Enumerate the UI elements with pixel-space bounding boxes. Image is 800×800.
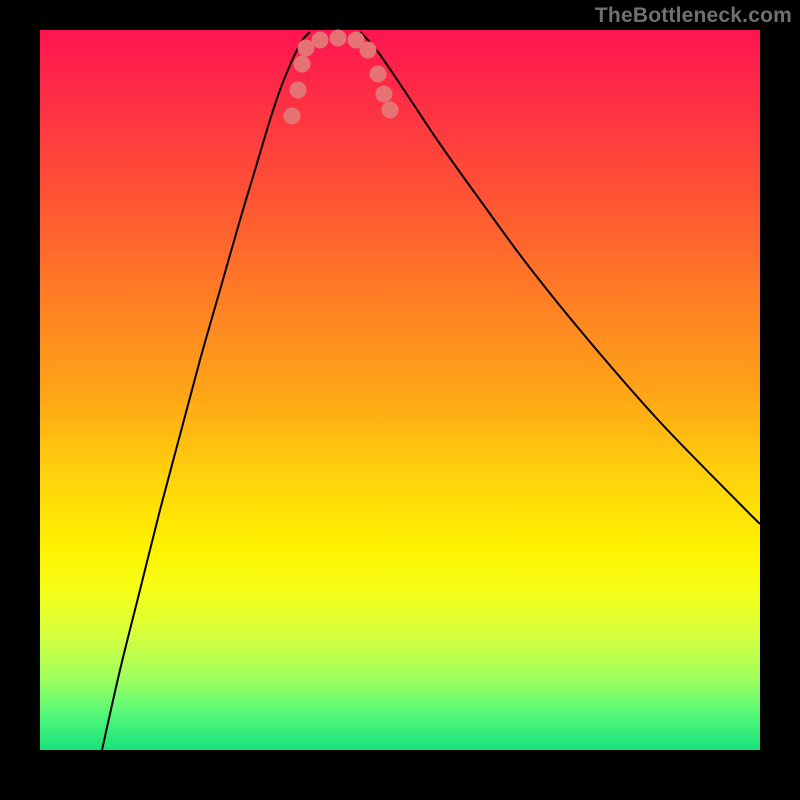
plot-area: [40, 30, 760, 750]
marker-dot: [312, 32, 328, 48]
marker-group: [284, 30, 398, 124]
curve-right-branch: [360, 32, 760, 524]
marker-dot: [360, 42, 376, 58]
marker-dot: [290, 82, 306, 98]
marker-dot: [376, 86, 392, 102]
marker-dot: [382, 102, 398, 118]
marker-dot: [330, 30, 346, 46]
marker-dot: [370, 66, 386, 82]
marker-dot: [284, 108, 300, 124]
chart-svg: [40, 30, 760, 750]
marker-dot: [298, 40, 314, 56]
marker-dot: [294, 56, 310, 72]
watermark-text: TheBottleneck.com: [595, 4, 792, 28]
curve-left-branch: [102, 32, 310, 750]
chart-frame: TheBottleneck.com: [0, 0, 800, 800]
